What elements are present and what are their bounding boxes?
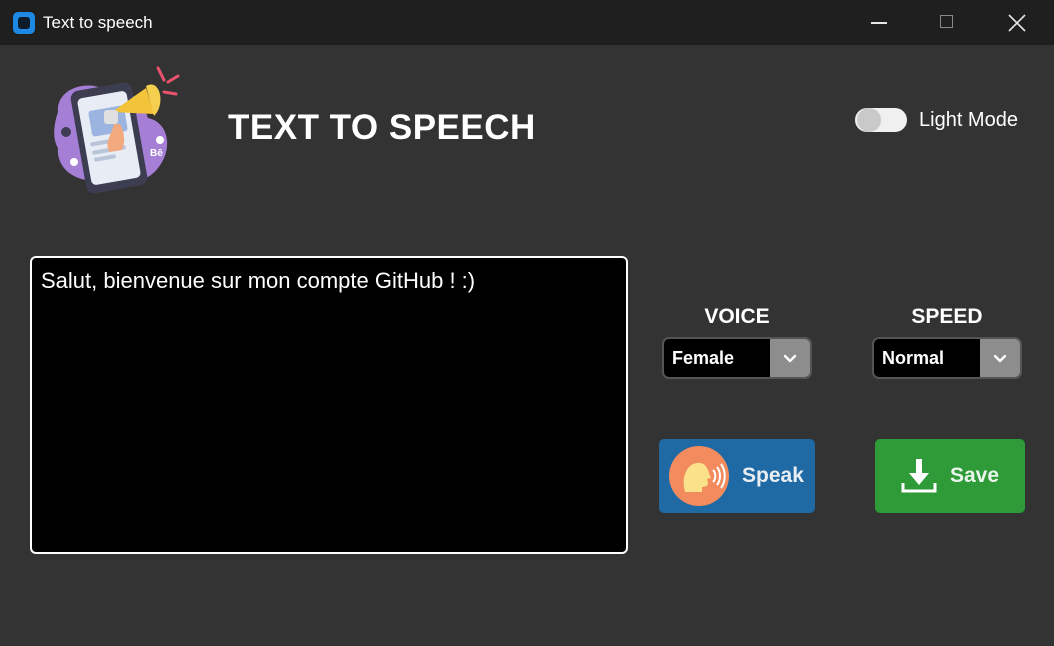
save-label: Save: [950, 464, 1000, 487]
megaphone-phone-illustration: Bē: [54, 66, 180, 194]
voice-dropdown[interactable]: Female: [662, 337, 812, 379]
speaking-head-icon: [669, 446, 729, 506]
speed-dropdown[interactable]: Normal: [872, 337, 1022, 379]
voice-label: VOICE: [704, 305, 770, 328]
save-button[interactable]: Save: [875, 439, 1025, 513]
app-window-icon: [13, 12, 35, 34]
speed-dropdown-arrow[interactable]: [980, 339, 1020, 377]
speak-label: Speak: [742, 464, 804, 487]
close-button[interactable]: [982, 0, 1052, 45]
speed-selected-value: Normal: [882, 348, 945, 368]
download-icon: [901, 459, 937, 493]
voice-dropdown-arrow[interactable]: [770, 339, 810, 377]
title-bar: Text to speech: [0, 0, 1054, 45]
toggle-knob[interactable]: [857, 108, 881, 132]
maximize-icon: [940, 15, 953, 28]
chevron-down-icon: [993, 354, 1007, 363]
light-mode-label: Light Mode: [919, 109, 1018, 131]
voice-selected-value: Female: [672, 348, 735, 368]
maximize-button[interactable]: [912, 0, 982, 45]
light-mode-toggle[interactable]: [855, 108, 907, 132]
window-title: Text to speech: [43, 13, 153, 32]
close-icon: [1008, 14, 1026, 32]
chevron-down-icon: [783, 354, 797, 363]
speak-button[interactable]: Speak: [659, 439, 815, 513]
speed-label: SPEED: [911, 305, 983, 328]
svg-text:Bē: Bē: [150, 148, 163, 159]
page-title: TEXT TO SPEECH: [228, 108, 536, 147]
text-input[interactable]: Salut, bienvenue sur mon compte GitHub !…: [30, 256, 628, 554]
minimize-icon: [871, 22, 887, 24]
app-window: Text to speech Bē TEXT TO SPEECH Light M…: [0, 0, 1054, 646]
minimize-button[interactable]: [844, 0, 914, 45]
